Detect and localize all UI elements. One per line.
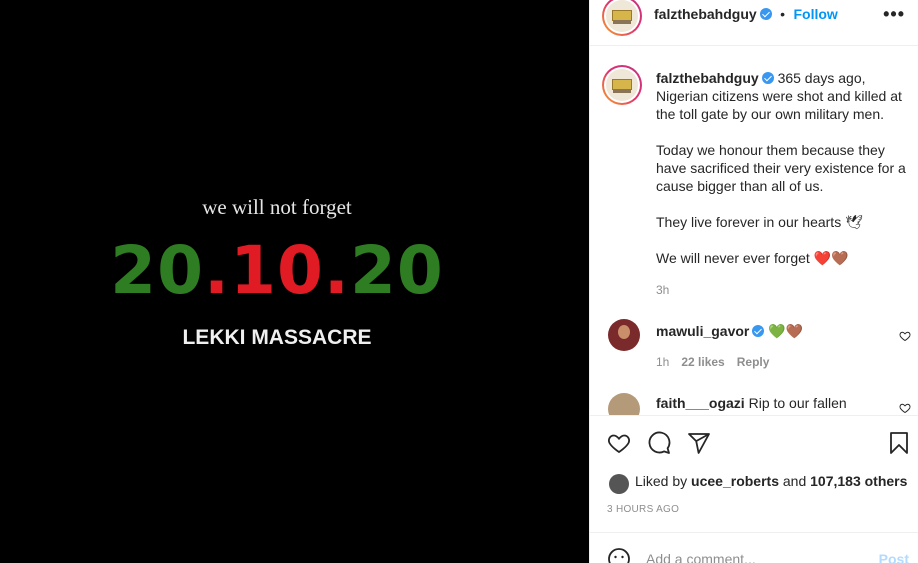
- date-part-1: 20: [110, 232, 204, 309]
- caption: falzthebahdguy 365 days ago, Nigerian ci…: [656, 69, 906, 267]
- save-bookmark-icon[interactable]: [887, 431, 911, 455]
- action-bar: [590, 415, 918, 465]
- likes-prefix: Liked by: [635, 473, 688, 489]
- verified-badge-icon: [752, 325, 765, 337]
- verified-badge-icon: [759, 8, 772, 20]
- comment-row: faith___ogazi Rip to our fallen: [656, 395, 847, 411]
- image-tagline: we will not forget: [202, 195, 352, 219]
- comment-time[interactable]: 1h: [656, 355, 669, 369]
- header-user-line: falzthebahdguy • Follow: [654, 6, 838, 24]
- image-date: 20.10.20: [0, 232, 554, 309]
- commenter-avatar[interactable]: [608, 393, 640, 415]
- caption-body: 365 days ago, Nigerian citizens were sho…: [656, 70, 906, 266]
- comment-input[interactable]: Add a comment...: [646, 551, 756, 563]
- caption-avatar[interactable]: [602, 65, 642, 105]
- likes-summary: Liked by ucee_roberts and 107,183 others: [635, 473, 907, 489]
- post-side-panel: falzthebahdguy • Follow ••• falzthebahdg…: [589, 0, 918, 563]
- post-header: falzthebahdguy • Follow •••: [590, 0, 918, 46]
- comment-row: mawuli_gavor 💚🤎: [656, 323, 803, 340]
- caption-time[interactable]: 3h: [656, 283, 669, 297]
- add-comment-bar: Add a comment... Post: [590, 532, 918, 563]
- comment-meta: 1h 22 likes Reply: [656, 355, 769, 369]
- date-part-3: 20: [350, 232, 444, 309]
- author-avatar[interactable]: [602, 0, 642, 36]
- share-icon[interactable]: [687, 431, 711, 455]
- comment-username[interactable]: mawuli_gavor: [656, 323, 749, 339]
- post-comment-button[interactable]: Post: [879, 551, 909, 563]
- comment-text: 💚🤎: [768, 323, 804, 339]
- reply-button[interactable]: Reply: [737, 355, 770, 369]
- comment-like-icon[interactable]: [899, 402, 911, 414]
- follow-button[interactable]: Follow: [793, 6, 837, 22]
- header-separator: •: [780, 6, 786, 22]
- more-options-icon[interactable]: •••: [883, 4, 905, 25]
- emoji-icon[interactable]: [607, 547, 631, 563]
- post-image[interactable]: we will not forget 20.10.20 LEKKI MASSAC…: [0, 0, 589, 563]
- post-timestamp[interactable]: 3 HOURS AGO: [607, 504, 679, 515]
- liker-avatar[interactable]: [609, 474, 629, 494]
- comment-text: Rip to our fallen: [748, 395, 847, 411]
- caption-username[interactable]: falzthebahdguy: [656, 70, 759, 86]
- comment-username[interactable]: faith___ogazi: [656, 395, 745, 411]
- header-username[interactable]: falzthebahdguy: [654, 6, 757, 22]
- comments-list[interactable]: falzthebahdguy 365 days ago, Nigerian ci…: [590, 47, 918, 415]
- comment-like-icon[interactable]: [899, 330, 911, 342]
- likes-conj: and: [782, 473, 807, 489]
- image-subtitle: LEKKI MASSACRE: [182, 326, 372, 349]
- comment-likes[interactable]: 22 likes: [681, 355, 724, 369]
- comment-icon[interactable]: [647, 431, 671, 455]
- verified-badge-icon: [761, 72, 774, 84]
- liker-username[interactable]: ucee_roberts: [691, 473, 779, 489]
- like-icon[interactable]: [607, 431, 631, 455]
- likes-others[interactable]: 107,183 others: [810, 473, 907, 489]
- date-part-2: .10.: [204, 232, 350, 309]
- commenter-avatar[interactable]: [608, 319, 640, 351]
